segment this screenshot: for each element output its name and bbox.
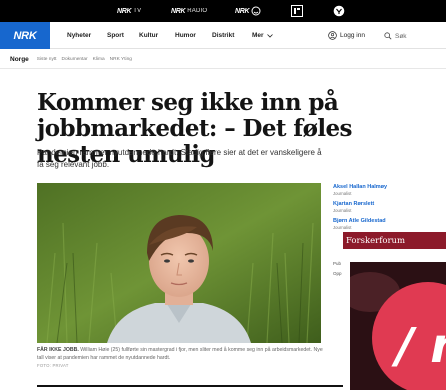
section-link-klima[interactable]: Klima: [93, 57, 105, 62]
main-nav: NRK Nyheter Sport Kultur Humor Distrikt …: [0, 22, 446, 49]
login-label: Logg inn: [340, 32, 365, 39]
nrk-radio-link[interactable]: NRK RADIO: [171, 0, 207, 22]
article-lead: Pandemien rammer nyutdannede hardt. Stad…: [37, 148, 322, 169]
nrk-tv-label: TV: [133, 8, 142, 14]
caption-lead: FÅR IKKE JOBB.: [37, 347, 79, 353]
nav-item-kultur[interactable]: Kultur: [139, 22, 158, 49]
portrait-photo: [37, 183, 321, 343]
ad-graphic: / n: [350, 262, 446, 390]
nrk-logo[interactable]: NRK: [0, 22, 50, 49]
section-bar: Norge Siste nytt Dokumentar Klima NRK Yt…: [0, 50, 446, 68]
chevron-down-icon: [266, 33, 273, 38]
yr-icon[interactable]: [333, 5, 345, 17]
publish-info: Pub Opp: [333, 259, 342, 279]
photo-credit: FOTO: PRIVAT: [37, 363, 69, 368]
image-caption: FÅR IKKE JOBB. William Høie (25) fullfør…: [37, 347, 327, 362]
forskerforum-ad-banner[interactable]: Forskerforum: [343, 232, 446, 249]
nav-item-sport[interactable]: Sport: [107, 22, 124, 49]
updated-label: Opp: [333, 271, 342, 276]
nrk-radio-label: RADIO: [187, 8, 208, 14]
nrk-radio-logo: NRK: [171, 7, 186, 15]
published-label: Pub: [333, 261, 342, 266]
author-role: Journalist: [333, 208, 352, 213]
author-item: Kjartan Rørslett Journalist: [333, 201, 443, 213]
nav-item-distrikt[interactable]: Distrikt: [212, 22, 234, 49]
author-name[interactable]: Aksel Hallan Halmøy: [333, 184, 443, 191]
super-smile-icon: [251, 6, 261, 16]
p3-icon[interactable]: [291, 5, 303, 17]
ad-logo-text: / n: [391, 318, 446, 374]
nrk-tv-link[interactable]: NRK TV: [117, 0, 141, 22]
section-link-siste-nytt[interactable]: Siste nytt: [37, 57, 57, 62]
search-field[interactable]: Søk: [380, 30, 446, 42]
section-link-nrk-yting[interactable]: NRK Yting: [110, 57, 132, 62]
author-name[interactable]: Kjartan Rørslett: [333, 201, 443, 208]
nrk-super-link[interactable]: NRK: [235, 0, 261, 22]
author-name[interactable]: Bjørn Atle Gildestad: [333, 218, 443, 225]
login-button[interactable]: Logg inn: [328, 22, 365, 49]
nav-item-humor[interactable]: Humor: [175, 22, 196, 49]
author-role: Journalist: [333, 191, 352, 196]
section-title[interactable]: Norge: [10, 56, 29, 63]
nrk-super-logo: NRK: [235, 7, 250, 15]
caption-text: William Høie (25) fullførte sin mastergr…: [37, 347, 323, 361]
section-link-dokumentar[interactable]: Dokumentar: [62, 57, 88, 62]
user-icon: [328, 31, 337, 40]
bottom-divider: [37, 385, 343, 387]
nav-more-label: Mer: [252, 32, 264, 39]
author-list: Aksel Hallan Halmøy Journalist Kjartan R…: [333, 184, 443, 235]
author-role: Journalist: [333, 225, 352, 230]
author-item: Bjørn Atle Gildestad Journalist: [333, 218, 443, 230]
service-bar: NRK TV NRK RADIO NRK: [0, 0, 446, 22]
search-placeholder: Søk: [395, 32, 407, 40]
hero-image: [37, 183, 321, 343]
section-divider: [0, 68, 446, 69]
search-icon: [384, 32, 392, 40]
nav-more-button[interactable]: Mer: [252, 22, 273, 49]
nav-item-nyheter[interactable]: Nyheter: [67, 22, 91, 49]
nrk-tv-logo: NRK: [117, 7, 132, 15]
author-item: Aksel Hallan Halmøy Journalist: [333, 184, 443, 196]
advertisement-image[interactable]: / n: [350, 262, 446, 390]
